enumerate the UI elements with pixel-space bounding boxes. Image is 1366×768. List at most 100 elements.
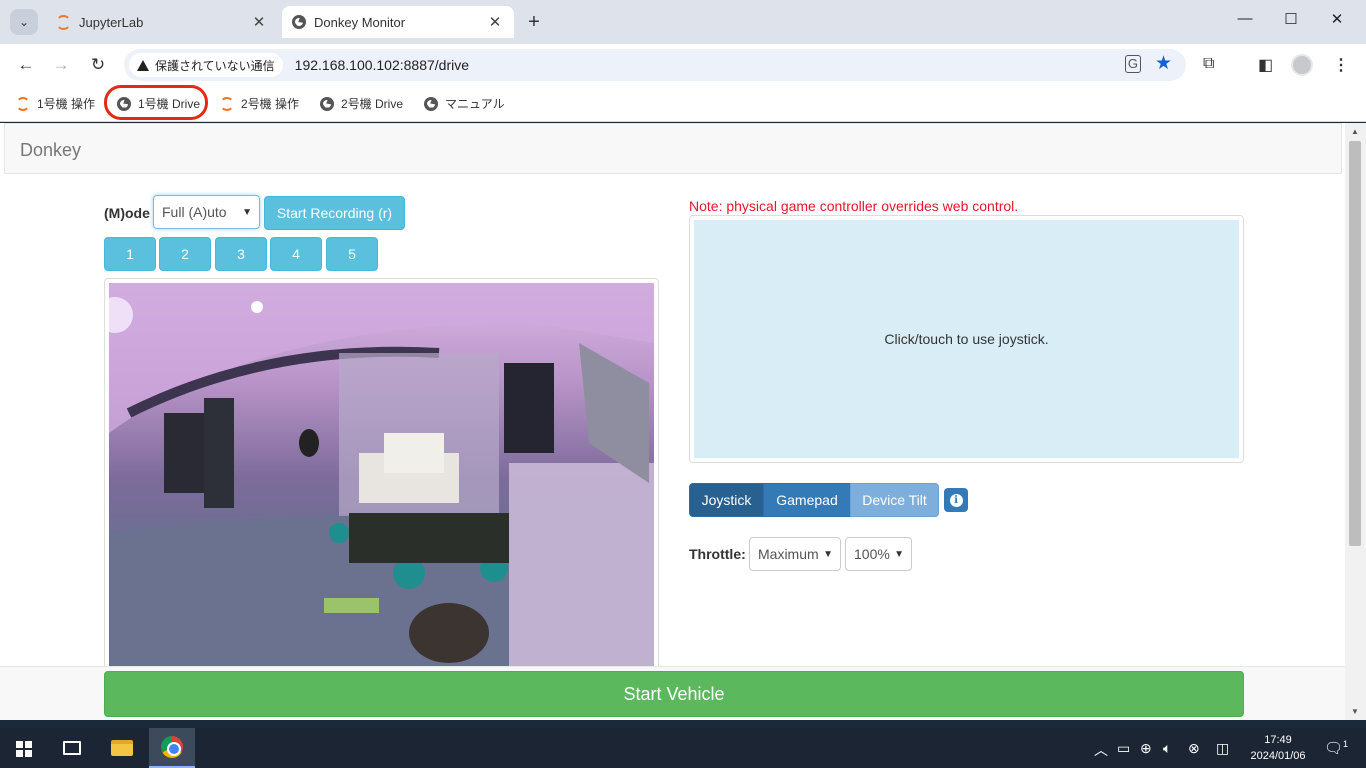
page-content: Donkey (M)ode Full (A)uto ▼ Start Record… <box>0 123 1345 720</box>
clock-date: 2024/01/06 <box>1250 750 1306 762</box>
control-mode-group: Joystick Gamepad Device Tilt <box>689 483 939 517</box>
reload-icon[interactable]: ↻ <box>85 53 111 77</box>
brand[interactable]: Donkey <box>20 140 81 161</box>
throttle-label: Throttle: <box>689 546 746 562</box>
camera-scene <box>109 283 654 673</box>
bookmark-manual[interactable]: マニュアル <box>424 95 505 112</box>
device-tilt-mode-button[interactable]: Device Tilt <box>850 483 939 517</box>
taskbar: ︿ ▭ ⊕ 🔈︎ ⊗ ◫ 17:49 2024/01/06 🗨︎1 <box>0 728 1366 768</box>
joystick-area[interactable]: Click/touch to use joystick. <box>694 220 1239 458</box>
windows-start-icon[interactable] <box>16 741 32 757</box>
tab-jupyterlab[interactable]: JupyterLab ✕ <box>46 6 278 38</box>
mode-select-value: Full (A)uto <box>162 204 227 220</box>
gamepad-mode-button[interactable]: Gamepad <box>763 483 851 517</box>
chevron-down-icon: ▼ <box>894 549 904 560</box>
tab-title: Donkey Monitor <box>314 14 406 30</box>
file-explorer-button[interactable] <box>99 728 145 768</box>
preset-button-4[interactable]: 4 <box>270 237 322 271</box>
bookmark-2-operate[interactable]: 2号機 操作 <box>220 95 299 112</box>
bookmark-label: 1号機 操作 <box>37 97 96 111</box>
mode-select[interactable]: Full (A)uto ▼ <box>153 195 260 229</box>
tab-donkey-monitor[interactable]: Donkey Monitor ✕ <box>282 6 514 38</box>
info-icon: i <box>949 493 963 507</box>
jupyter-icon <box>16 96 30 111</box>
folder-icon <box>111 740 133 756</box>
jupyter-icon <box>56 14 71 30</box>
close-window-button[interactable]: ✕ <box>1314 10 1360 28</box>
translate-icon[interactable]: G <box>1124 55 1141 73</box>
page-scrollbar[interactable]: ▲ ▼ <box>1345 123 1366 720</box>
globe-icon <box>320 96 334 111</box>
warning-icon <box>137 59 149 71</box>
task-view-icon <box>63 741 81 755</box>
close-icon[interactable]: ✕ <box>250 13 268 31</box>
info-button[interactable]: i <box>944 488 968 512</box>
bookmark-label: 2号機 Drive <box>341 97 404 111</box>
tab-strip: ⌄ JupyterLab ✕ Donkey Monitor ✕ + — ☐ ✕ <box>0 0 1366 44</box>
globe-icon <box>292 15 306 29</box>
side-panel-icon[interactable]: ◧ <box>1258 55 1273 75</box>
bookmark-label: 2号機 操作 <box>241 97 300 111</box>
security-chip[interactable]: 保護されていない通信 <box>129 53 283 77</box>
profile-avatar[interactable] <box>1291 54 1313 76</box>
extensions-icon[interactable]: ⧉ <box>1203 55 1214 73</box>
app-tray-icon[interactable]: ◫ <box>1216 740 1229 757</box>
chrome-taskbar-button[interactable] <box>149 728 195 768</box>
jupyter-icon <box>220 96 234 111</box>
volume-icon[interactable]: 🔈︎ <box>1163 740 1171 757</box>
bookmark-label: マニュアル <box>445 97 505 111</box>
status-x-icon[interactable]: ⊗ <box>1188 740 1200 757</box>
bookmark-1-operate[interactable]: 1号機 操作 <box>16 95 95 112</box>
scroll-up-icon[interactable]: ▲ <box>1351 127 1359 136</box>
joystick-frame: Click/touch to use joystick. <box>689 215 1244 463</box>
chevron-down-icon: ▼ <box>823 549 833 560</box>
bookmark-star-icon[interactable]: ★ <box>1155 54 1172 73</box>
tray-chevron-up-icon[interactable]: ︿ <box>1094 740 1108 760</box>
camera-feed-frame <box>104 278 659 678</box>
system-clock[interactable]: 17:49 2024/01/06 <box>1246 732 1310 764</box>
chevron-down-icon: ▼ <box>242 207 252 218</box>
forward-arrow-icon[interactable]: → <box>48 53 74 77</box>
navbar: Donkey <box>4 123 1342 174</box>
chevron-down-icon: ⌄ <box>18 15 30 29</box>
battery-icon[interactable]: ▭ <box>1117 740 1130 757</box>
scroll-down-icon[interactable]: ▼ <box>1351 707 1359 716</box>
preset-button-2[interactable]: 2 <box>159 237 211 271</box>
url-text[interactable]: 192.168.100.102:8887/drive <box>295 57 469 73</box>
start-recording-button[interactable]: Start Recording (r) <box>264 196 405 230</box>
camera-feed-image <box>109 283 654 673</box>
preset-button-3[interactable]: 3 <box>215 237 267 271</box>
joystick-hint: Click/touch to use joystick. <box>884 331 1049 347</box>
scroll-thumb[interactable] <box>1349 141 1361 546</box>
task-view-button[interactable] <box>49 728 95 768</box>
throttle-mode-value: Maximum <box>758 546 819 562</box>
joystick-mode-button[interactable]: Joystick <box>689 483 764 517</box>
tab-search-button[interactable]: ⌄ <box>10 9 38 35</box>
chrome-icon <box>161 736 183 758</box>
back-arrow-icon[interactable]: ← <box>13 53 39 77</box>
start-vehicle-button[interactable]: Start Vehicle <box>104 671 1244 717</box>
preset-button-5[interactable]: 5 <box>326 237 378 271</box>
clock-time: 17:49 <box>1264 734 1292 746</box>
browser-toolbar: ← → ↻ 保護されていない通信 192.168.100.102:8887/dr… <box>0 44 1366 86</box>
mode-label: (M)ode <box>104 205 150 221</box>
address-bar[interactable]: 保護されていない通信 192.168.100.102:8887/drive G … <box>124 49 1186 81</box>
tab-title: JupyterLab <box>79 14 144 30</box>
security-text: 保護されていない通信 <box>155 58 275 73</box>
highlight-annotation-ring <box>104 85 208 120</box>
bottom-bar: Start Vehicle <box>0 666 1345 720</box>
preset-button-1[interactable]: 1 <box>104 237 156 271</box>
throttle-value-select[interactable]: 100% ▼ <box>845 537 912 571</box>
throttle-mode-select[interactable]: Maximum ▼ <box>749 537 841 571</box>
maximize-button[interactable]: ☐ <box>1268 10 1314 28</box>
minimize-button[interactable]: — <box>1222 10 1268 27</box>
menu-dots-icon[interactable]: ⋮ <box>1333 55 1349 75</box>
notification-count: 1 <box>1343 739 1349 749</box>
network-globe-icon[interactable]: ⊕ <box>1140 740 1152 757</box>
notification-icon[interactable]: 🗨︎1 <box>1324 739 1348 757</box>
globe-icon <box>424 96 438 111</box>
new-tab-button[interactable]: + <box>522 11 546 33</box>
throttle-value: 100% <box>854 546 890 562</box>
close-icon[interactable]: ✕ <box>486 13 504 31</box>
bookmark-2-drive[interactable]: 2号機 Drive <box>320 95 403 112</box>
